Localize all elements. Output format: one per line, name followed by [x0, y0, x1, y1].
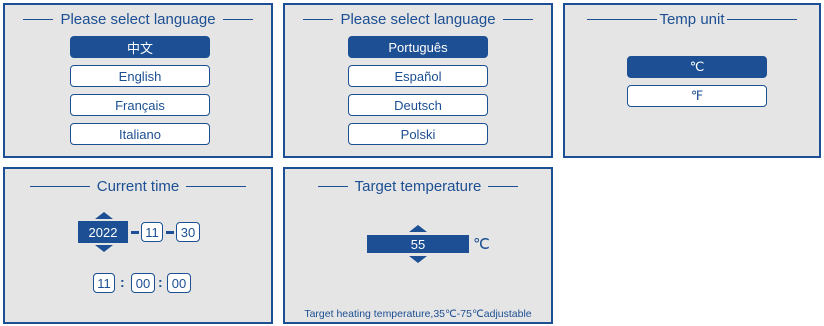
title-rule	[726, 18, 797, 21]
target-temperature-panel: Target temperature 55 ℃ Target heating t…	[283, 167, 553, 324]
minute-field[interactable]: 00	[131, 273, 155, 293]
current-time-panel: Current time 2022 11 30 11 : 00 : 00	[3, 167, 273, 324]
panel-title: Please select language	[5, 11, 271, 28]
title-rule	[488, 185, 519, 188]
title-rule	[502, 18, 533, 21]
date-separator	[131, 231, 139, 234]
temperature-unit-label: ℃	[473, 236, 490, 253]
panel-title: Temp unit	[565, 11, 819, 28]
language-option-french[interactable]: Français	[70, 94, 210, 116]
language-panel-1: Please select language 中文 English França…	[3, 3, 273, 158]
title-rule	[317, 185, 348, 188]
temp-unit-panel: Temp unit ℃ ℉	[563, 3, 821, 158]
title-rule	[29, 185, 90, 188]
year-field[interactable]: 2022	[78, 221, 128, 243]
language-option-chinese[interactable]: 中文	[70, 36, 210, 58]
time-separator: :	[158, 274, 163, 290]
language-panel-2: Please select language Português Español…	[283, 3, 553, 158]
panel-title-text: Current time	[96, 178, 180, 195]
panel-title-text: Please select language	[60, 11, 216, 28]
language-option-english[interactable]: English	[70, 65, 210, 87]
caret-down-icon[interactable]	[409, 256, 427, 263]
unit-option-celsius[interactable]: ℃	[627, 56, 767, 78]
language-option-italian[interactable]: Italiano	[70, 123, 210, 145]
language-option-german[interactable]: Deutsch	[348, 94, 488, 116]
language-option-spanish[interactable]: Español	[348, 65, 488, 87]
time-separator: :	[120, 274, 125, 290]
day-field[interactable]: 30	[176, 222, 200, 242]
month-field[interactable]: 11	[141, 222, 163, 242]
second-field[interactable]: 00	[167, 273, 191, 293]
panel-title-text: Temp unit	[659, 11, 725, 28]
hour-field[interactable]: 11	[93, 273, 115, 293]
panel-title: Target temperature	[285, 178, 551, 195]
caret-down-icon[interactable]	[95, 245, 113, 252]
caret-up-icon[interactable]	[95, 212, 113, 219]
title-rule	[186, 185, 247, 188]
panel-title: Current time	[5, 178, 271, 195]
panel-title-text: Please select language	[340, 11, 496, 28]
temperature-range-note: Target heating temperature,35℃-75℃adjust…	[304, 308, 532, 320]
caret-up-icon[interactable]	[409, 225, 427, 232]
panel-title: Please select language	[285, 11, 551, 28]
title-rule	[222, 18, 253, 21]
title-rule	[587, 18, 658, 21]
panel-title-text: Target temperature	[354, 178, 482, 195]
title-rule	[23, 18, 54, 21]
date-separator	[166, 231, 174, 234]
target-temperature-value[interactable]: 55	[367, 235, 469, 253]
language-option-polish[interactable]: Polski	[348, 123, 488, 145]
unit-option-fahrenheit[interactable]: ℉	[627, 85, 767, 107]
title-rule	[303, 18, 334, 21]
language-option-portuguese[interactable]: Português	[348, 36, 488, 58]
